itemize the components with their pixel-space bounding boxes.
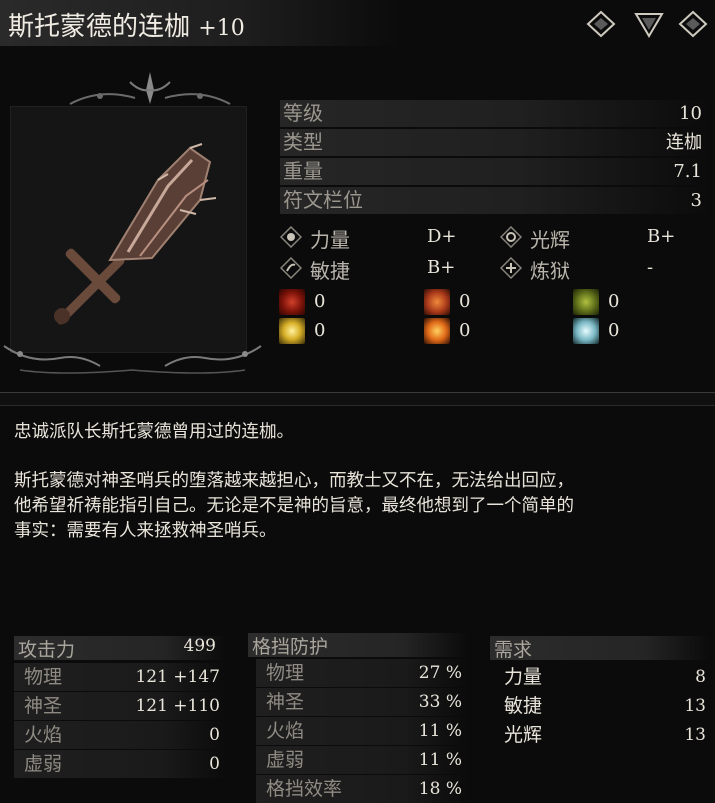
attack-row: 物理 121 +147	[14, 663, 226, 691]
attack-row: 火焰 0	[14, 721, 226, 749]
stat-label: 符文栏位	[283, 188, 363, 212]
diamond-icon[interactable]	[678, 10, 708, 38]
stat-value: 3	[690, 190, 702, 211]
weapon-name: 斯托蒙德的连枷	[8, 12, 191, 42]
requirement-value: 13	[684, 696, 706, 716]
effect-value: 0	[314, 291, 326, 312]
stat-label: 类型	[283, 130, 323, 154]
guard-row: 虚弱 11 %	[256, 746, 468, 774]
dexterity-icon	[280, 257, 302, 279]
description-line: 忠诚派队长斯托蒙德曾用过的连枷。	[14, 422, 294, 442]
attack-row-label: 物理	[24, 666, 63, 688]
guard-row-value: 11 %	[418, 721, 462, 741]
requirements-header-label: 需求	[494, 639, 533, 661]
requirements-header: 需求	[490, 636, 710, 661]
attack-total: 499	[183, 636, 216, 656]
guard-row-value: 33 %	[418, 692, 462, 712]
poison-icon	[573, 289, 599, 315]
stat-label: 等级	[283, 101, 323, 125]
guard-header: 格挡防护	[248, 633, 468, 658]
requirement-label: 光辉	[504, 724, 543, 746]
effect-value: 0	[459, 320, 471, 341]
attack-row: 神圣 121 +110	[14, 692, 226, 720]
guard-row-value: 11 %	[418, 750, 462, 770]
scaling-grade: -	[647, 257, 654, 278]
requirement-row: 敏捷 13	[494, 692, 712, 720]
stat-value: 7.1	[673, 161, 702, 182]
attack-row-value: 0	[209, 725, 220, 745]
weapon-level: +10	[198, 16, 245, 41]
scaling-label: 敏捷	[310, 259, 350, 283]
scaling-label: 炼狱	[530, 259, 570, 283]
scaling-grade: B+	[427, 257, 456, 278]
guard-header-label: 格挡防护	[252, 636, 329, 658]
radiance-icon	[500, 226, 522, 248]
attack-row-label: 火焰	[24, 724, 63, 746]
ornament-top	[69, 72, 231, 105]
guard-row: 神圣 33 %	[256, 688, 468, 716]
scaling-label: 力量	[310, 228, 350, 252]
attack-row: 虚弱 0	[14, 750, 226, 778]
guard-row-value: 27 %	[418, 663, 462, 683]
attack-row-label: 神圣	[24, 695, 63, 717]
attack-header-label: 攻击力	[18, 639, 76, 661]
stat-value: 连枷	[666, 132, 702, 153]
attack-row-value: 0	[209, 754, 220, 774]
holy-icon	[279, 318, 305, 344]
fire-buildup-icon	[424, 289, 450, 315]
guard-row: 物理 27 %	[256, 659, 468, 687]
guard-row-label: 物理	[266, 662, 305, 684]
effect-value: 0	[459, 291, 471, 312]
effect-value: 0	[608, 320, 620, 341]
attack-row-value: 121 +110	[135, 696, 220, 716]
requirement-value: 8	[695, 667, 706, 687]
strength-icon	[280, 226, 302, 248]
requirement-value: 13	[684, 725, 706, 745]
triangle-down-icon[interactable]	[634, 10, 664, 38]
guard-row-label: 虚弱	[266, 749, 305, 771]
frost-icon	[573, 318, 599, 344]
divider	[0, 392, 715, 406]
purgatory-icon	[500, 257, 522, 279]
weapon-image	[54, 143, 217, 325]
requirement-row: 力量 8	[494, 663, 712, 691]
stat-row-rune-slots: 符文栏位 3	[280, 187, 710, 214]
guard-row-label: 神圣	[266, 691, 305, 713]
scaling-label: 光辉	[530, 228, 570, 252]
bleed-icon	[279, 289, 305, 315]
requirement-label: 敏捷	[504, 695, 543, 717]
stat-label: 重量	[283, 159, 323, 183]
attack-row-value: 121 +147	[135, 667, 220, 687]
stat-row-type: 类型 连枷	[280, 129, 710, 156]
guard-row-label: 火焰	[266, 720, 305, 742]
title-bar: 斯托蒙德的连枷 +10	[0, 0, 400, 46]
scaling-grade: D+	[427, 226, 457, 247]
ornament-bottom	[3, 345, 262, 374]
attack-row-label: 虚弱	[24, 753, 63, 775]
description-line: 斯托蒙德对神圣哨兵的堕落越来越担心，而教士又不在，无法给出回应，	[14, 471, 574, 491]
explosion-icon	[424, 318, 450, 344]
requirement-label: 力量	[504, 666, 543, 688]
scaling-grade: B+	[647, 226, 676, 247]
diamond-icon[interactable]	[586, 10, 616, 38]
weapon-title: 斯托蒙德的连枷 +10	[8, 6, 245, 43]
description-line: 他希望祈祷能指引自己。无论是不是神的旨意，最终他想到了一个简单的	[14, 496, 574, 516]
guard-row: 火焰 11 %	[256, 717, 468, 745]
effect-value: 0	[608, 291, 620, 312]
requirement-row: 光辉 13	[494, 721, 712, 749]
attack-header: 攻击力 499	[14, 636, 226, 661]
effect-value: 0	[314, 320, 326, 341]
stat-value: 10	[679, 103, 702, 124]
description-line: 事实：需要有人来拯救神圣哨兵。	[14, 521, 277, 541]
stat-row-weight: 重量 7.1	[280, 158, 710, 185]
stat-row-level: 等级 10	[280, 100, 710, 127]
